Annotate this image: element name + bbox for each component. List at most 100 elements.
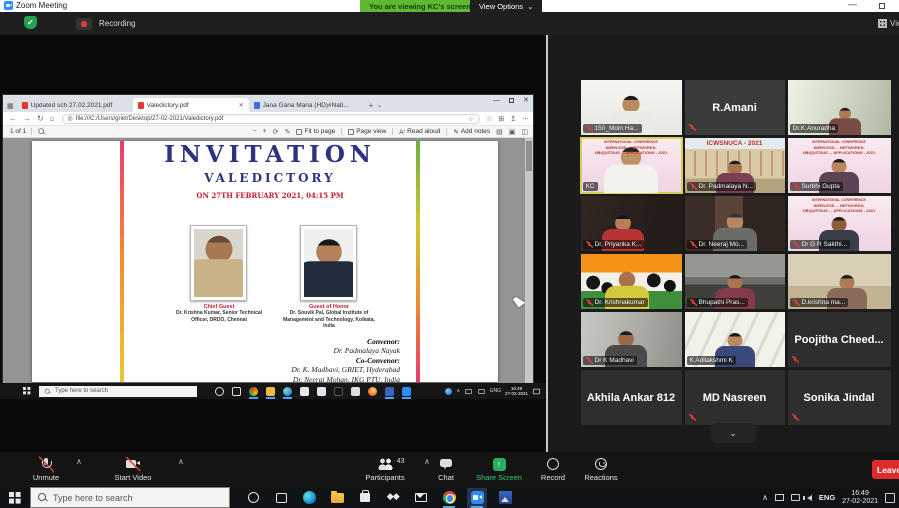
shared-search-box[interactable]: Type here to search [39, 386, 197, 397]
maximize-button[interactable] [879, 3, 885, 9]
close-tab-icon[interactable]: ✕ [239, 102, 244, 109]
task-view-icon[interactable] [232, 387, 241, 396]
minimize-button[interactable]: — [848, 0, 857, 9]
edge-icon[interactable] [302, 491, 316, 505]
participant-tile[interactable]: Dr. Krishnakumar [581, 254, 682, 309]
rotate-icon[interactable]: ⟳ [273, 128, 279, 136]
participants-button[interactable]: 43 Participants [352, 457, 418, 482]
dropbox-icon[interactable] [386, 491, 400, 505]
tab-manager-icon[interactable]: ▦ [7, 102, 14, 110]
mail-icon[interactable] [414, 491, 428, 505]
news-badge-icon[interactable] [445, 388, 452, 395]
tab-valedictory[interactable]: Valedictory.pdf ✕ [133, 98, 249, 112]
scrollbar-thumb[interactable] [526, 141, 532, 171]
read-aloud-button[interactable]: A⁾Read aloud [399, 128, 440, 136]
more-options-icon[interactable]: ⋯ [522, 115, 529, 123]
tab-jana-gana-mana[interactable]: Jana Gana Mana (HD)#Nati... [249, 98, 365, 112]
speaker-icon[interactable] [807, 495, 812, 501]
recording-indicator-icon[interactable] [76, 18, 92, 30]
fit-to-page-button[interactable]: Fit to page [296, 128, 335, 135]
participant-tile[interactable]: Dr. Neeraj Mo... [685, 196, 785, 251]
photos-icon[interactable] [385, 387, 394, 396]
zoom-app-icon[interactable] [470, 491, 484, 505]
browser-maximize-button[interactable] [509, 98, 514, 103]
store-icon[interactable] [300, 387, 309, 396]
photos-icon[interactable] [498, 491, 512, 505]
browser-close-button[interactable]: ✕ [523, 96, 529, 104]
participant-tile[interactable]: Poojitha Cheed... [788, 312, 891, 367]
network-icon[interactable] [478, 389, 484, 394]
home-icon[interactable]: ⌂ [50, 114, 55, 123]
forward-icon[interactable]: → [23, 114, 31, 123]
battery-icon[interactable] [775, 494, 784, 501]
reactions-button[interactable]: Reactions [576, 457, 626, 482]
participant-tile[interactable]: Dr. Priyanka K... [581, 196, 682, 251]
gallery-view-button[interactable]: View [878, 17, 899, 30]
participant-tile[interactable]: R.Amani [685, 80, 785, 135]
more-participants-button[interactable]: ⌄ [711, 423, 756, 443]
start-button-icon[interactable] [9, 492, 21, 504]
chat-button[interactable]: Chat [428, 457, 464, 482]
zoom-out-icon[interactable]: − [253, 128, 257, 135]
taskbar-search-box[interactable]: Type here to search [30, 487, 230, 508]
taskbar-clock[interactable]: 16:49 27-02-2021 [842, 490, 878, 505]
file-explorer-icon[interactable] [266, 387, 275, 396]
scrollbar[interactable] [525, 138, 533, 383]
network-icon[interactable] [791, 494, 800, 501]
battery-icon[interactable] [465, 389, 471, 394]
netflix-icon[interactable] [334, 387, 343, 396]
mail-icon[interactable] [351, 387, 360, 396]
cortana-icon[interactable] [215, 387, 224, 396]
participant-tile[interactable]: Bhupathi Pras... [685, 254, 785, 309]
encryption-shield-icon[interactable]: ✓ [24, 16, 37, 29]
back-icon[interactable]: ← [9, 114, 17, 123]
view-options-button[interactable]: View Options⌄ [470, 0, 542, 12]
share-screen-button[interactable]: ↑ Share Screen [467, 457, 531, 482]
draw-icon[interactable]: ✎ [285, 128, 291, 136]
notification-center-icon[interactable] [885, 493, 895, 503]
start-button-icon[interactable] [23, 387, 31, 395]
save-icon[interactable]: ▣ [509, 128, 516, 136]
firefox-icon[interactable] [368, 387, 377, 396]
start-video-button[interactable]: Start Video [100, 457, 166, 482]
shared-clock[interactable]: 16:49 27-02-2021 [505, 386, 528, 396]
participant-tile[interactable]: Dr K Madhavi [581, 312, 682, 367]
refresh-icon[interactable]: ↻ [37, 114, 44, 123]
participant-tile-active-speaker[interactable]: INTERNATIONAL CONFERENCE WIRELESS ... NE… [581, 138, 682, 193]
file-explorer-icon[interactable] [330, 491, 344, 505]
hidden-icons-chevron[interactable]: ∧ [762, 493, 768, 502]
share-icon[interactable]: ↥ [510, 115, 516, 123]
participant-tile[interactable]: 150_Moin Ha... [581, 80, 682, 135]
favorite-star-icon[interactable]: ☆ [468, 115, 474, 123]
chrome-icon[interactable] [249, 387, 258, 396]
store-icon[interactable] [358, 491, 372, 505]
address-bar[interactable]: ◎ file:///C:/Users/griet/Desktop/27-02-2… [62, 114, 480, 124]
dropbox-icon[interactable] [317, 387, 326, 396]
participant-tile[interactable]: Sonika Jindal [788, 370, 891, 425]
print-icon[interactable]: ▤ [496, 128, 503, 136]
participant-tile[interactable]: INTERNATIONAL CONFERENCE WIRELESS ... NE… [788, 138, 891, 193]
tab-list-chevron-icon[interactable]: ⌄ [377, 102, 382, 109]
language-indicator[interactable]: ENG [819, 493, 835, 502]
participant-tile[interactable]: ICWSNUCA - 2021 Dr. Padmalaya N... [685, 138, 785, 193]
participant-tile[interactable]: MD Nasreen [685, 370, 785, 425]
record-button[interactable]: Record [533, 457, 573, 482]
zoom-app-icon[interactable] [402, 387, 411, 396]
hidden-icons-chevron[interactable]: ∧ [456, 388, 460, 394]
unmute-button[interactable]: Unmute [18, 457, 74, 482]
notification-icon[interactable] [533, 388, 540, 394]
favorites-icon[interactable]: ☆ [486, 115, 492, 123]
task-view-icon[interactable] [274, 491, 288, 505]
page-view-button[interactable]: Page view [348, 128, 386, 135]
collections-icon[interactable]: ⊞ [498, 115, 504, 123]
participant-tile[interactable]: INTERNATIONAL CONFERENCE WIRELESS ... NE… [788, 196, 891, 251]
cortana-icon[interactable] [246, 491, 260, 505]
tab-updated-sch[interactable]: Updated sch 27.02.2021.pdf [17, 98, 133, 112]
add-notes-button[interactable]: ✎Add notes [453, 128, 490, 136]
highlighter-icon[interactable]: ◫ [521, 128, 528, 136]
new-tab-button[interactable]: + [365, 101, 378, 110]
participant-tile[interactable]: K Adilakshmi K [685, 312, 785, 367]
leave-button[interactable]: Leave [872, 460, 899, 479]
participant-tile[interactable]: Akhila Ankar 812 [581, 370, 682, 425]
audio-options-chevron[interactable]: ∧ [76, 457, 82, 466]
